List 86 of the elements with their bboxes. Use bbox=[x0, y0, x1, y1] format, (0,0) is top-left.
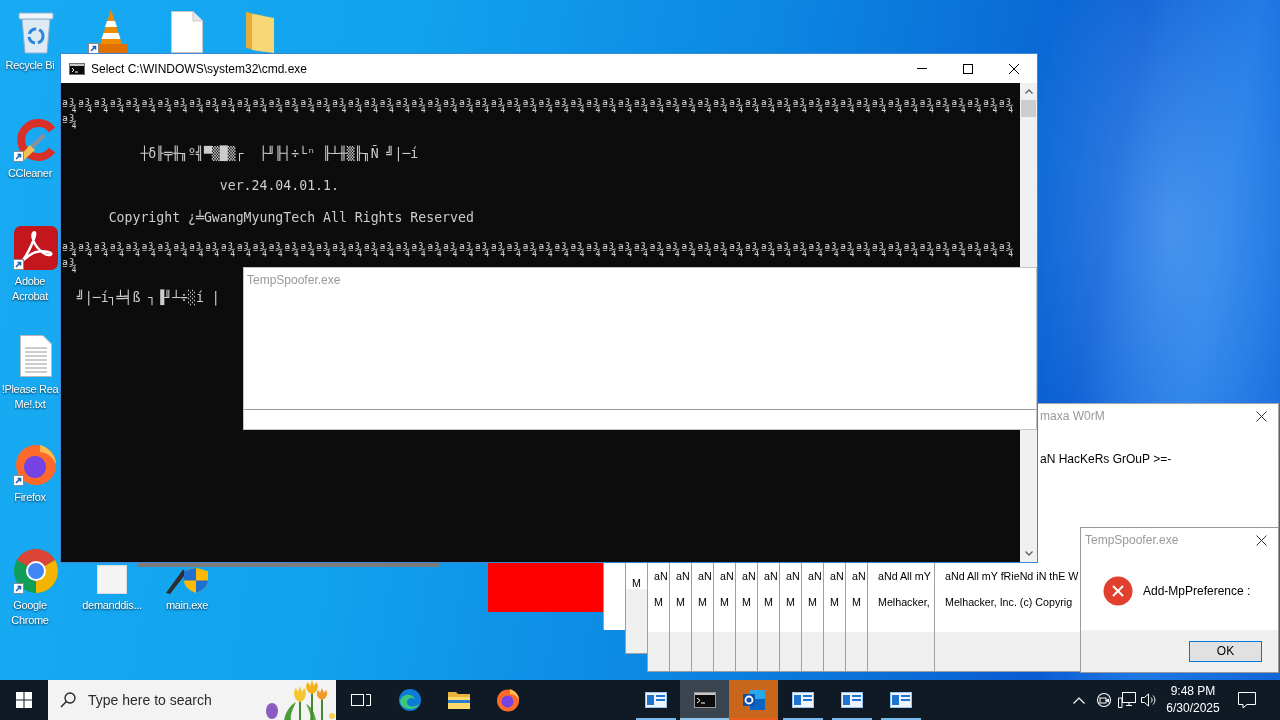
terminal-icon bbox=[69, 62, 85, 75]
message-text: M bbox=[654, 595, 663, 609]
window-title: TempSpoofer.exe bbox=[247, 273, 341, 287]
error-icon bbox=[1103, 576, 1133, 606]
message-text: aN bbox=[676, 569, 690, 583]
icon-label[interactable]: Google Chrome bbox=[11, 598, 49, 628]
chevron-up-icon bbox=[1024, 89, 1033, 94]
brush-arc-icon[interactable] bbox=[14, 118, 58, 162]
taskbar-button[interactable] bbox=[680, 680, 729, 720]
text-document-icon[interactable] bbox=[19, 334, 53, 378]
message-text: aN HacKeRs GrOuP >=- bbox=[1039, 452, 1173, 466]
message-text: aN bbox=[698, 569, 712, 583]
close-icon bbox=[1256, 410, 1267, 422]
console-line: ┼δ╟╤╫╖º╣▀▒█▒┌ ├╜╟┤÷└ⁿ ╟┴╫▒╟╖Ñ ╝|─í bbox=[139, 146, 419, 162]
console-line: ª¾ bbox=[61, 258, 77, 274]
window-title: Select C:\WINDOWS\system32\cmd.exe bbox=[91, 61, 308, 76]
message-text: Melhacker, bbox=[878, 595, 930, 609]
icon-label[interactable]: demanddis... bbox=[82, 598, 142, 613]
icon-label[interactable]: Recycle Bi bbox=[5, 58, 55, 73]
message-text: M bbox=[742, 595, 751, 609]
chevron-up-icon bbox=[1073, 696, 1085, 704]
scrollbar-thumb[interactable] bbox=[1021, 100, 1036, 117]
console-line: ver.24.04.01.1. bbox=[218, 178, 339, 194]
ok-button[interactable]: OK bbox=[1189, 640, 1262, 662]
folder-icon[interactable] bbox=[244, 10, 276, 54]
message-text: M bbox=[852, 595, 861, 609]
message-text: M bbox=[786, 595, 795, 609]
curl-tile-icon[interactable] bbox=[14, 226, 58, 270]
console-line: ╝|─í┐╧╡ß ┐▐╜┴÷░í | bbox=[75, 290, 220, 306]
speech-bubble-icon bbox=[1238, 691, 1256, 709]
icon-label[interactable]: main.exe bbox=[165, 598, 209, 613]
pen-shield-icon[interactable] bbox=[165, 565, 209, 594]
console-line: ª¾ bbox=[61, 114, 77, 130]
message-text: aN bbox=[830, 569, 844, 583]
message-text: M bbox=[764, 595, 773, 609]
maximize-icon bbox=[963, 63, 973, 74]
segmented-circle-icon[interactable] bbox=[13, 548, 59, 594]
chevron-down-icon bbox=[1024, 551, 1033, 556]
icon-label[interactable]: Firefox bbox=[14, 490, 46, 505]
windows-logo-icon bbox=[16, 692, 32, 708]
speaker-icon bbox=[1141, 693, 1157, 707]
message-text: M bbox=[698, 595, 707, 609]
message-text: aN bbox=[720, 569, 734, 583]
icon-label[interactable]: Adobe Acrobat bbox=[12, 274, 48, 304]
message-text: aN bbox=[654, 569, 668, 583]
window-title: TempSpoofer.exe bbox=[1084, 533, 1179, 547]
recycle-bin-icon[interactable] bbox=[16, 10, 56, 54]
close-icon bbox=[1256, 534, 1267, 546]
message-text: Add-MpPreference : bbox=[1143, 584, 1251, 598]
message-text: M bbox=[808, 595, 817, 609]
window-icon bbox=[791, 692, 814, 708]
window-title: maxa W0rM bbox=[1039, 409, 1105, 423]
mail-icon bbox=[741, 689, 766, 711]
terminal-icon bbox=[693, 692, 716, 708]
close-icon bbox=[1009, 63, 1019, 74]
minimize-icon bbox=[917, 68, 927, 69]
clock-button[interactable]: 9:48 PM 6/30/2025 bbox=[1160, 680, 1226, 720]
folder-icon bbox=[446, 690, 471, 710]
icon-label[interactable]: CCleaner bbox=[7, 166, 53, 181]
message-text: M bbox=[676, 595, 685, 609]
monitor-icon bbox=[1118, 692, 1136, 708]
icon-label[interactable]: !Please Rea Me!.txt bbox=[1, 382, 59, 412]
message-text: M bbox=[720, 595, 729, 609]
flame-globe-icon[interactable] bbox=[14, 442, 58, 486]
window-icon bbox=[840, 692, 863, 708]
message-text: M bbox=[632, 576, 641, 590]
message-text: aNd All mY bbox=[878, 569, 931, 583]
console-line: ª¾ª¾ª¾ª¾ª¾ª¾ª¾ª¾ª¾ª¾ª¾ª¾ª¾ª¾ª¾ª¾ª¾ª¾ª¾ª¾ª¾ª¾ª¾ª¾ª¾ª¾ª¾ª¾ª¾ª¾ª¾ª¾ª¾ª¾ª¾ª¾ª¾ª¾ª¾ª¾ª¾ª¾ª¾ª¾ª¾ª¾ª¾ª¾ª¾ª¾ª¾ª¾ª¾ª¾ª¾ª¾ª¾ª¾ª¾ª¾ bbox=[61, 242, 1014, 258]
message-text: aN bbox=[742, 569, 756, 583]
message-text: aN bbox=[786, 569, 800, 583]
document-icon[interactable] bbox=[170, 10, 204, 54]
window-icon bbox=[889, 692, 912, 708]
message-text: aN bbox=[852, 569, 866, 583]
message-text: aN bbox=[764, 569, 778, 583]
task-view-icon bbox=[350, 692, 371, 708]
console-line: ª¾ª¾ª¾ª¾ª¾ª¾ª¾ª¾ª¾ª¾ª¾ª¾ª¾ª¾ª¾ª¾ª¾ª¾ª¾ª¾ª¾ª¾ª¾ª¾ª¾ª¾ª¾ª¾ª¾ª¾ª¾ª¾ª¾ª¾ª¾ª¾ª¾ª¾ª¾ª¾ª¾ª¾ª¾ª¾ª¾ª¾ª¾ª¾ª¾ª¾ª¾ª¾ª¾ª¾ª¾ª¾ª¾ª¾ª¾ª¾ bbox=[61, 98, 1014, 114]
camera-icon bbox=[1096, 692, 1112, 708]
search-icon bbox=[60, 692, 76, 708]
message-text: aNd All mY fRieNd iN thE W bbox=[945, 569, 1079, 583]
console-line: Copyright ¿╧GwangMyungTech All Rights Reserved bbox=[107, 210, 474, 226]
message-text: Melhacker, Inc. (c) Copyrig bbox=[945, 595, 1073, 609]
flame-globe-icon bbox=[495, 688, 520, 712]
message-text: M bbox=[830, 595, 839, 609]
window-icon bbox=[644, 692, 667, 708]
swirl-icon bbox=[397, 688, 422, 712]
message-text: aN bbox=[808, 569, 822, 583]
